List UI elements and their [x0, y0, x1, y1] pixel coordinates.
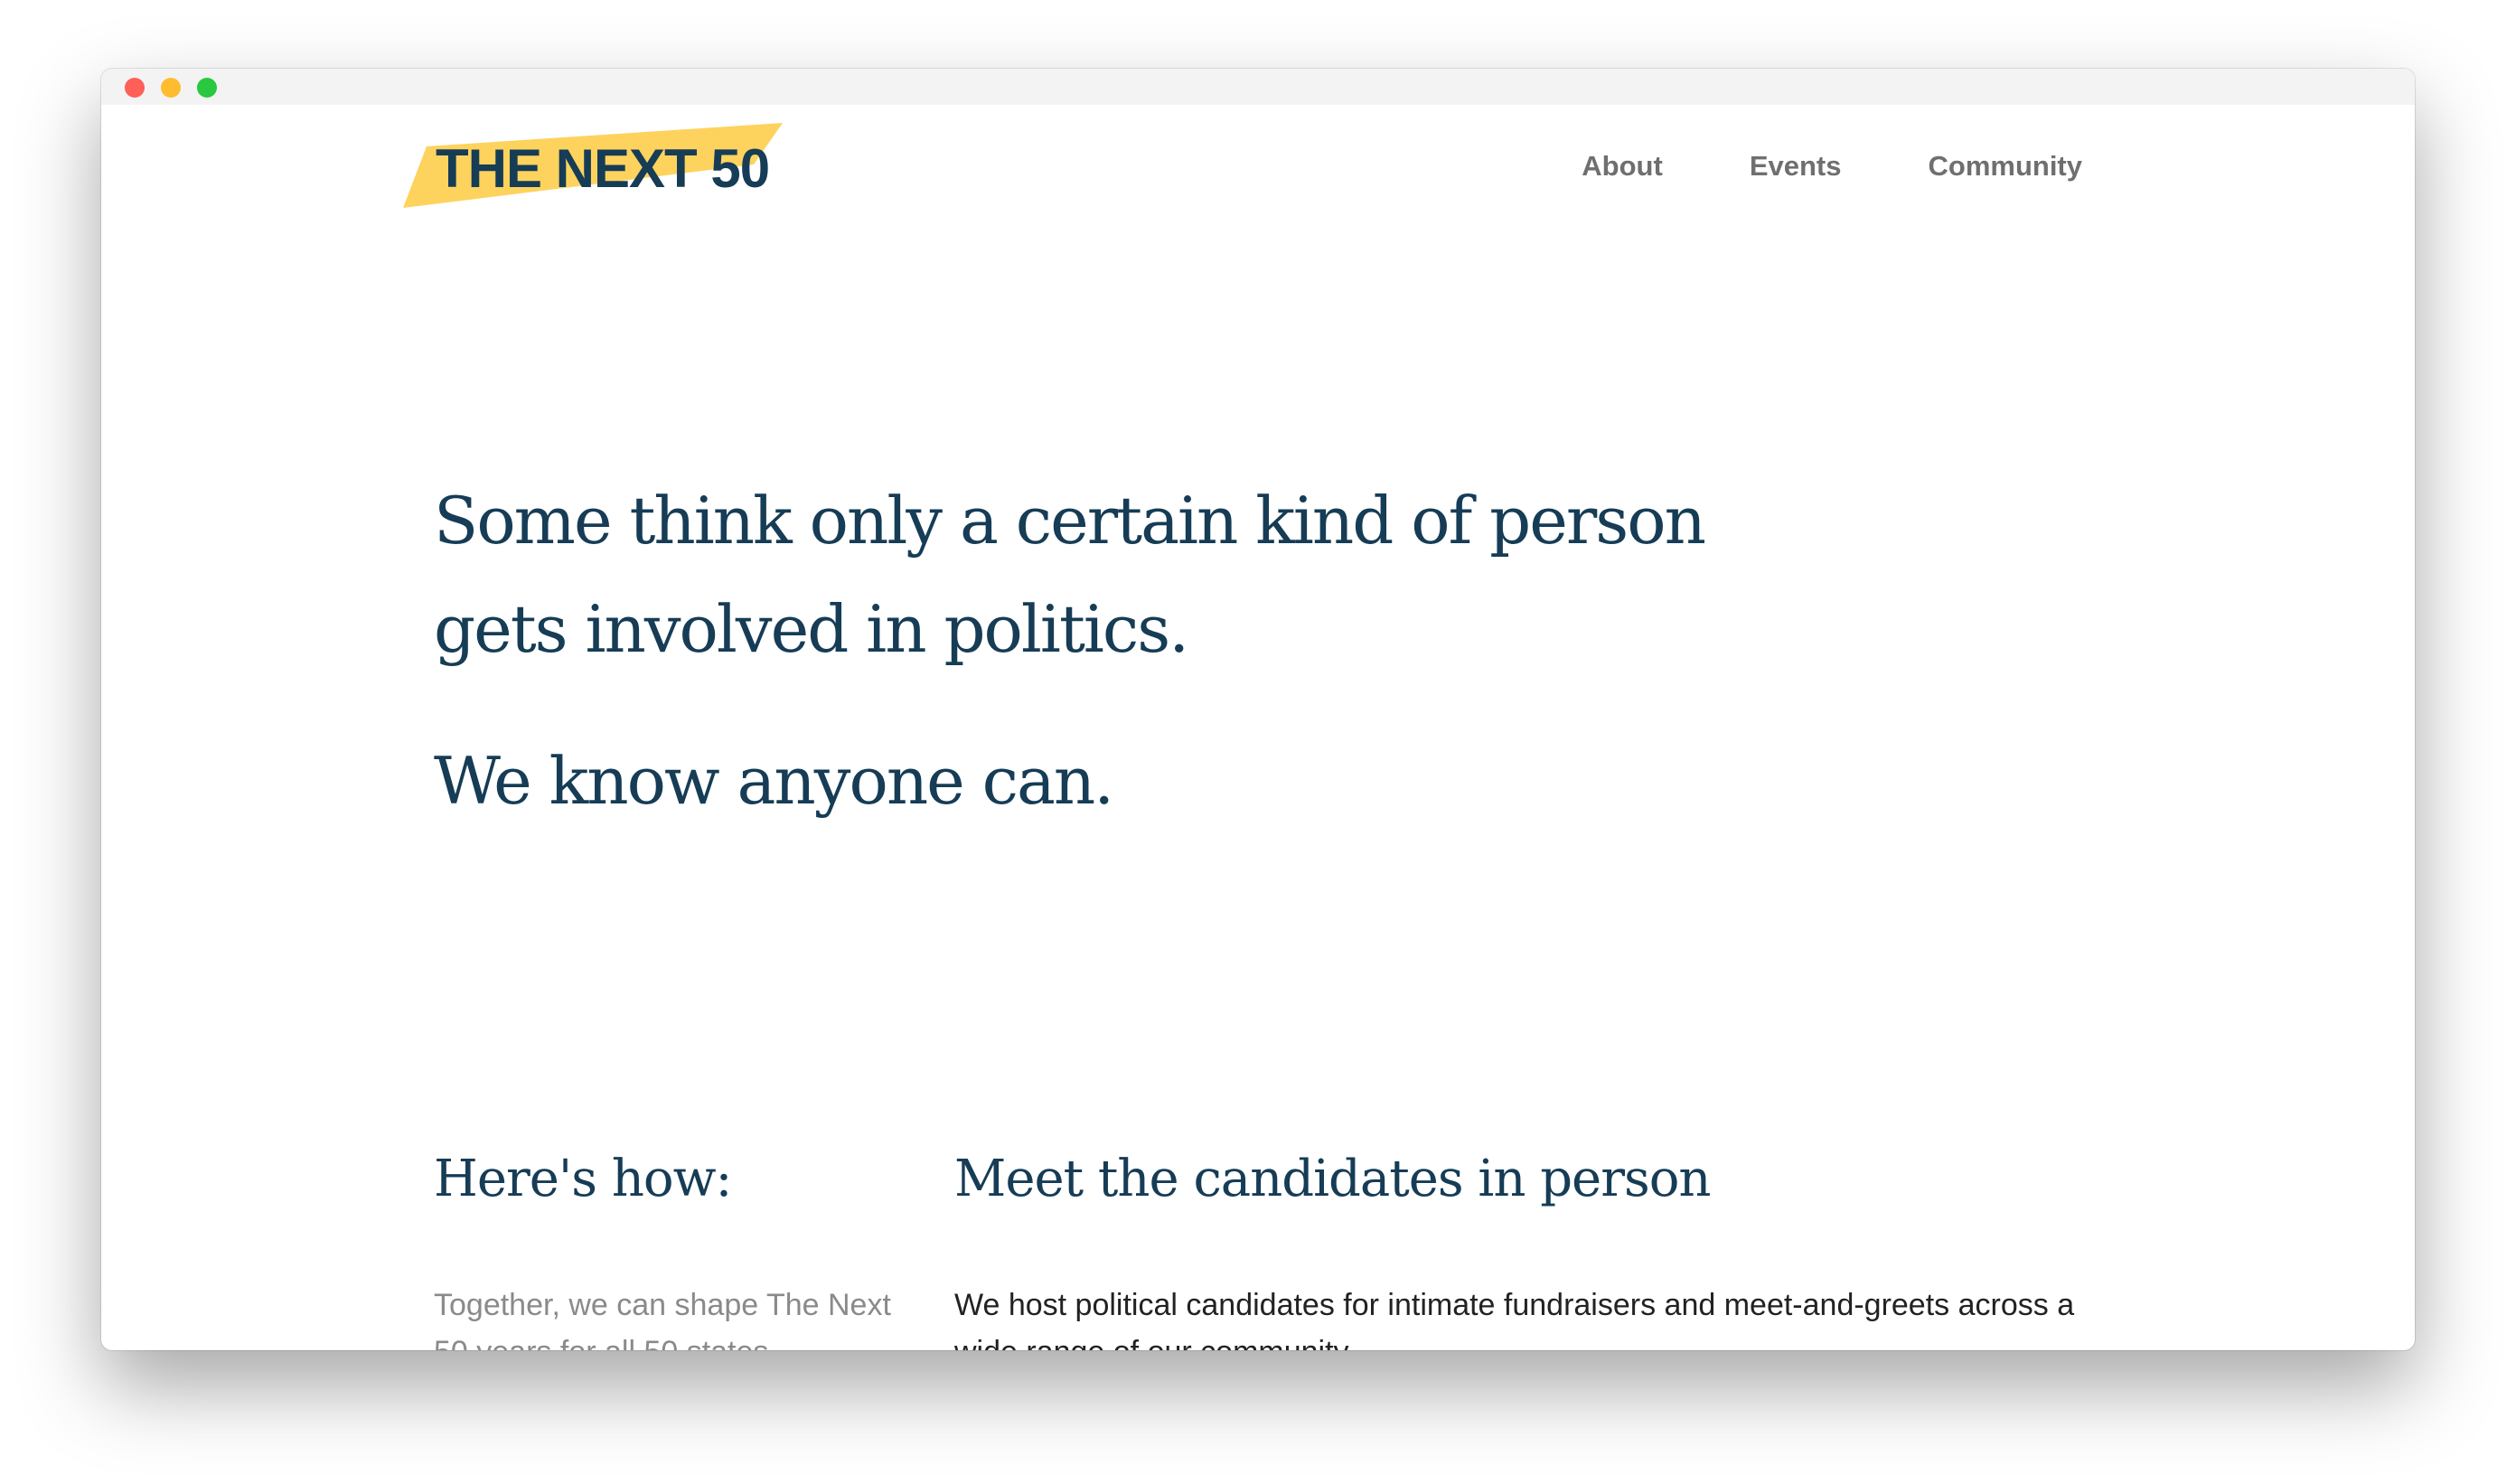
hero-tagline: We know anyone can. [434, 743, 1114, 819]
website-page: THE NEXT 50 About Events Community Some … [101, 105, 2415, 1350]
feature-heading: Meet the candidates in person [954, 1150, 1711, 1208]
how-heading: Here's how: [434, 1150, 732, 1208]
hero-section: Some think only a certain kind of person… [434, 466, 1789, 835]
minimize-window-button[interactable] [161, 78, 181, 98]
how-description: Together, we can shape The Next 50 years… [434, 1288, 891, 1350]
main-navigation: About Events Community [1582, 150, 2082, 183]
nav-link-about[interactable]: About [1582, 150, 1663, 183]
logo-text: THE NEXT 50 [436, 138, 770, 199]
feature-description: We host political candidates for intimat… [954, 1288, 2075, 1350]
hero-heading-line-2: gets involved in politics. [434, 591, 1189, 667]
window-titlebar [101, 69, 2415, 105]
site-logo[interactable]: THE NEXT 50 [403, 123, 783, 210]
nav-link-events[interactable]: Events [1750, 150, 1842, 183]
nav-link-community[interactable]: Community [1929, 150, 2083, 183]
zoom-window-button[interactable] [197, 78, 217, 98]
hero-heading-line-1: Some think only a certain kind of person [434, 483, 1706, 559]
close-window-button[interactable] [125, 78, 145, 98]
browser-window: THE NEXT 50 About Events Community Some … [101, 69, 2415, 1350]
